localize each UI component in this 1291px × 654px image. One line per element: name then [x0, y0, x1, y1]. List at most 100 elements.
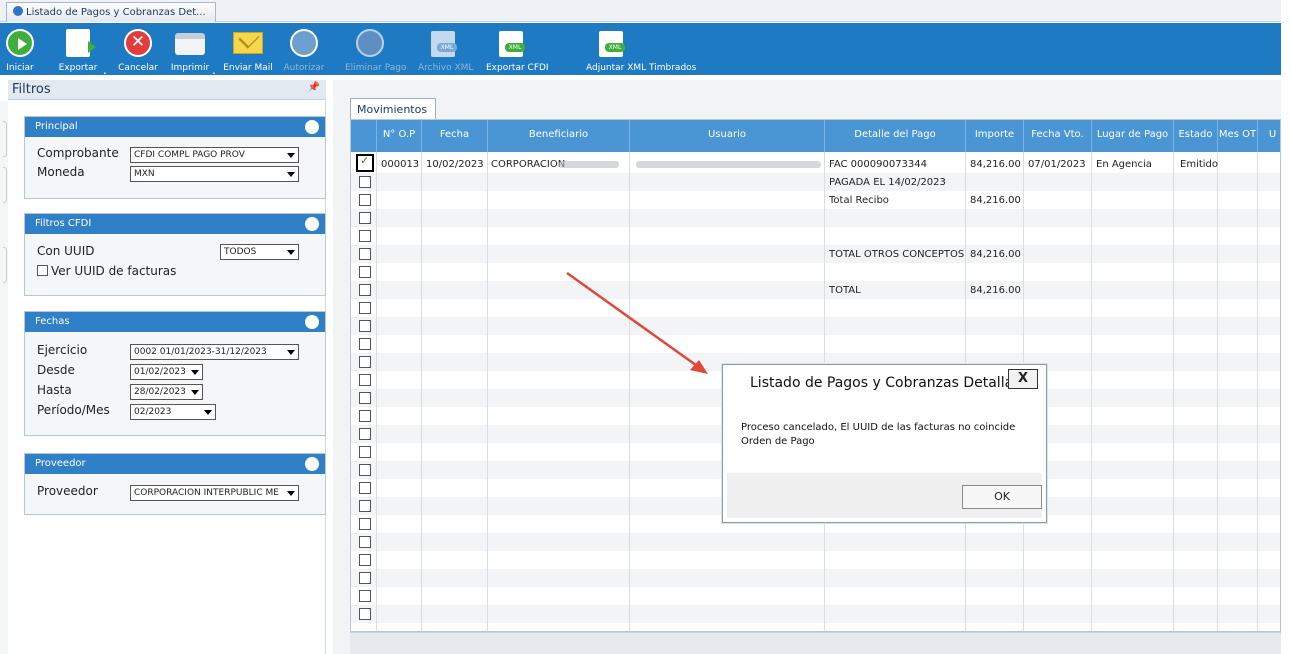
xml-file-button[interactable]: XML Archivo XML	[418, 23, 473, 75]
column-header-estado[interactable]: Estado	[1174, 120, 1218, 152]
tab-movimientos[interactable]: Movimientos	[350, 98, 436, 120]
column-header-op[interactable]: N° O.P	[377, 120, 422, 152]
document-tab[interactable]: Listado de Pagos y Cobranzas Det...	[6, 2, 216, 22]
uuid-select[interactable]: TODOS	[220, 244, 299, 260]
table-row[interactable]	[351, 281, 1280, 299]
dock-tab[interactable]	[3, 167, 7, 203]
table-row[interactable]	[351, 551, 1280, 569]
supplier-select[interactable]: CORPORACION INTERPUBLIC ME	[130, 485, 299, 501]
row-checkbox[interactable]	[359, 446, 371, 458]
delete-payment-icon	[356, 29, 384, 57]
table-row[interactable]	[351, 587, 1280, 605]
dock-tab[interactable]	[3, 121, 7, 157]
table-row[interactable]	[351, 227, 1280, 245]
table-row[interactable]	[351, 605, 1280, 623]
moneda-select[interactable]: MXN	[130, 166, 299, 182]
column-header-fecha[interactable]: Fecha	[422, 120, 488, 152]
xml-file-icon: XML	[431, 31, 457, 57]
collapse-toggle-icon[interactable]	[305, 120, 319, 134]
row-checkbox[interactable]	[359, 536, 371, 548]
export-button[interactable]: Exportar	[59, 23, 97, 75]
chevron-down-icon	[191, 370, 199, 375]
row-checkbox[interactable]	[359, 590, 371, 602]
periodo-select[interactable]: 02/2023	[130, 404, 216, 420]
ejercicio-select[interactable]: 0002 01/01/2023-31/12/2023	[130, 344, 299, 360]
principal-group-header[interactable]: Principal	[25, 117, 325, 137]
row-checkbox[interactable]	[359, 284, 371, 296]
row-checkbox[interactable]	[359, 248, 371, 260]
collapse-toggle-icon[interactable]	[305, 457, 319, 471]
table-row[interactable]	[351, 299, 1280, 317]
row-checkbox[interactable]	[359, 230, 371, 242]
row-checkbox[interactable]	[359, 608, 371, 620]
column-header-fecha-vto[interactable]: Fecha Vto.	[1024, 120, 1092, 152]
cancel-button[interactable]: ✕ Cancelar	[118, 23, 158, 75]
row-checkbox[interactable]	[359, 338, 371, 350]
desde-date-picker[interactable]: 01/02/2023	[130, 364, 203, 380]
estado-cell: Emitido	[1180, 159, 1219, 170]
collapse-toggle-icon[interactable]	[305, 315, 319, 329]
row-checkbox[interactable]	[359, 176, 371, 188]
column-header-importe[interactable]: Importe	[966, 120, 1024, 152]
table-row[interactable]	[351, 245, 1280, 263]
delete-payment-button[interactable]: Eliminar Pago	[345, 23, 407, 75]
authorize-button[interactable]: Autorizar	[283, 23, 325, 75]
row-checkbox[interactable]	[359, 356, 371, 368]
attach-xml-icon: XML	[599, 31, 625, 57]
ok-button[interactable]: OK	[962, 485, 1042, 509]
table-row[interactable]	[351, 191, 1280, 209]
pin-icon[interactable]: 📌	[308, 82, 320, 93]
dialog-footer: OK	[727, 473, 1042, 518]
importe-cell: 84,216.00	[970, 249, 1021, 260]
cfdi-group-header[interactable]: Filtros CFDI	[25, 214, 325, 234]
start-button[interactable]: Iniciar	[4, 23, 36, 75]
row-checkbox[interactable]	[359, 518, 371, 530]
importe-cell: 84,216.00	[970, 285, 1021, 296]
column-header-usuario[interactable]: Usuario	[630, 120, 825, 152]
attach-xml-button[interactable]: XML Adjuntar XML Timbrados	[586, 23, 696, 75]
column-header-beneficiario[interactable]: Beneficiario	[488, 120, 630, 152]
row-checkbox[interactable]	[359, 554, 371, 566]
ver-uuid-checkbox[interactable]	[37, 265, 48, 276]
table-row[interactable]	[351, 209, 1280, 227]
row-checkbox[interactable]	[359, 500, 371, 512]
table-row[interactable]	[351, 173, 1280, 191]
comprobante-select[interactable]: CFDI COMPL PAGO PROV	[130, 147, 299, 163]
print-button[interactable]: Imprimir	[171, 23, 209, 75]
row-checkbox[interactable]	[356, 154, 374, 172]
row-checkbox[interactable]	[359, 266, 371, 278]
dates-group-header[interactable]: Fechas	[25, 312, 325, 332]
export-dropdown-icon[interactable]: .	[103, 63, 107, 77]
row-checkbox[interactable]	[359, 392, 371, 404]
row-checkbox[interactable]	[359, 428, 371, 440]
table-row[interactable]	[351, 533, 1280, 551]
dialog-close-button[interactable]: X	[1008, 369, 1038, 389]
row-checkbox[interactable]	[359, 320, 371, 332]
row-checkbox[interactable]	[359, 572, 371, 584]
row-checkbox[interactable]	[359, 194, 371, 206]
dialog-title: Listado de Pagos y Cobranzas Detallado	[750, 375, 1031, 391]
table-row[interactable]	[351, 263, 1280, 281]
row-checkbox[interactable]	[359, 464, 371, 476]
print-dropdown-icon[interactable]: .	[212, 63, 216, 77]
table-row[interactable]	[351, 317, 1280, 335]
row-checkbox[interactable]	[359, 212, 371, 224]
table-row[interactable]	[351, 335, 1280, 353]
dock-tab[interactable]	[3, 247, 7, 283]
supplier-group-header[interactable]: Proveedor	[25, 454, 325, 474]
select-column-header[interactable]	[351, 120, 377, 152]
row-checkbox[interactable]	[359, 374, 371, 386]
row-checkbox[interactable]	[359, 482, 371, 494]
ver-uuid-checkbox-row[interactable]: Ver UUID de facturas	[37, 264, 176, 278]
column-header-detalle[interactable]: Detalle del Pago	[825, 120, 966, 152]
row-checkbox[interactable]	[359, 302, 371, 314]
collapse-toggle-icon[interactable]	[305, 217, 319, 231]
table-row[interactable]	[351, 569, 1280, 587]
column-header-mes-ot[interactable]: Mes OT	[1218, 120, 1258, 152]
column-header-lugar[interactable]: Lugar de Pago	[1092, 120, 1174, 152]
hasta-date-picker[interactable]: 28/02/2023	[130, 384, 203, 400]
export-cfdi-button[interactable]: XML Exportar CFDI	[486, 23, 549, 75]
column-header-u[interactable]: U	[1258, 120, 1280, 152]
row-checkbox[interactable]	[359, 410, 371, 422]
send-mail-button[interactable]: Enviar Mail	[223, 23, 273, 75]
